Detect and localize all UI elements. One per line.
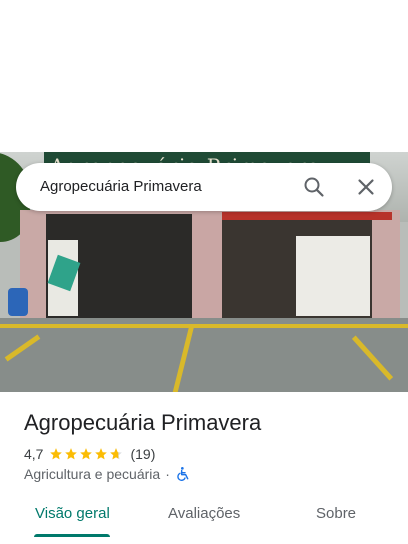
category-row: Agricultura e pecuária ·	[24, 465, 191, 483]
photo-blue-barrel	[8, 288, 28, 316]
search-bar[interactable]: Agropecuária Primavera	[16, 163, 392, 211]
photo-parking-floor	[0, 318, 408, 392]
star-rating	[49, 447, 124, 461]
star-icon	[80, 448, 93, 460]
place-category: Agricultura e pecuária	[24, 466, 161, 482]
photo-awning	[222, 212, 392, 220]
star-icon	[50, 448, 63, 460]
search-input[interactable]: Agropecuária Primavera	[40, 178, 202, 195]
place-tabs: Visão geral Avaliações Sobre	[0, 496, 408, 544]
star-half-icon	[110, 448, 123, 460]
tab-about[interactable]: Sobre	[316, 505, 356, 522]
photo-whiteboard	[296, 236, 370, 316]
review-count[interactable]: (19)	[130, 446, 155, 462]
active-tab-indicator	[34, 534, 110, 537]
star-icon	[95, 448, 108, 460]
rating-row[interactable]: 4,7 (19)	[24, 445, 155, 463]
top-blank-area	[0, 0, 408, 152]
rating-value: 4,7	[24, 446, 44, 462]
tab-overview[interactable]: Visão geral	[35, 505, 110, 522]
photo-parking-line	[0, 324, 408, 328]
star-icon	[65, 448, 78, 460]
tab-reviews[interactable]: Avaliações	[168, 505, 240, 522]
close-icon[interactable]	[354, 175, 378, 199]
wheelchair-icon	[177, 467, 189, 481]
place-title: Agropecuária Primavera	[24, 410, 262, 435]
photo-pillar	[192, 210, 222, 322]
separator-dot: ·	[165, 466, 170, 482]
search-icon[interactable]	[302, 175, 326, 199]
